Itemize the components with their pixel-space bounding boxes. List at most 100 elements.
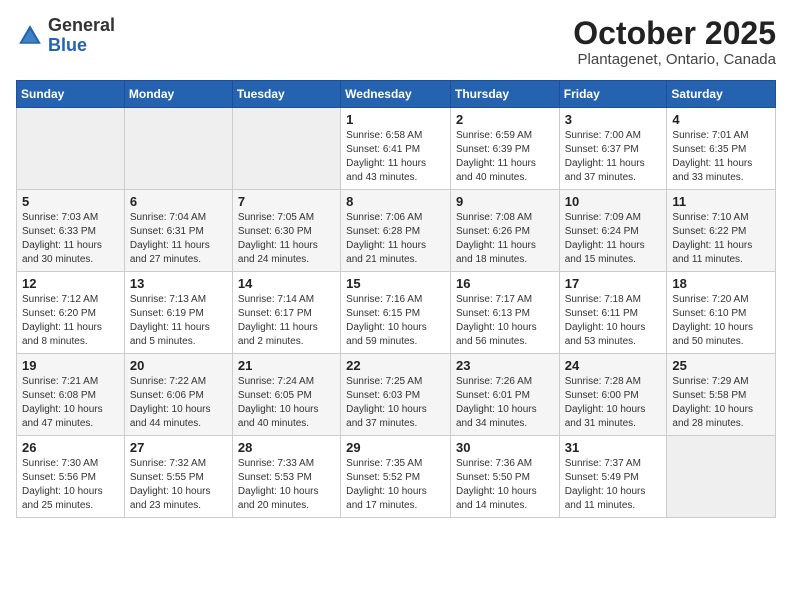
col-monday: Monday	[124, 81, 232, 108]
day-info: Sunrise: 7:28 AM Sunset: 6:00 PM Dayligh…	[565, 375, 662, 431]
day-number: 1	[346, 112, 445, 127]
day-cell: 21 Sunrise: 7:24 AM Sunset: 6:05 PM Dayli…	[232, 354, 340, 436]
day-cell: 24Sunrise: 7:28 AM Sunset: 6:00 PM Dayli…	[559, 354, 667, 436]
logo-general: General	[48, 15, 115, 35]
days-header-row: Sunday Monday Tuesday Wednesday Thursday…	[17, 81, 776, 108]
day-number: 31	[565, 440, 662, 455]
day-info: Sunrise: 7:00 AM Sunset: 6:37 PM Dayligh…	[565, 129, 662, 185]
calendar-subtitle: Plantagenet, Ontario, Canada	[573, 51, 776, 68]
day-number: 14	[238, 276, 335, 291]
day-cell: 18Sunrise: 7:20 AM Sunset: 6:10 PM Dayli…	[667, 272, 776, 354]
page-header: General Blue October 2025 Plantagenet, O…	[16, 16, 776, 68]
week-row-5: 26Sunrise: 7:30 AM Sunset: 5:56 PM Dayli…	[17, 436, 776, 518]
day-cell: 27 Sunrise: 7:32 AM Sunset: 5:55 PM Dayli…	[124, 436, 232, 518]
day-info: Sunrise: 7:26 AM Sunset: 6:01 PM Dayligh…	[456, 375, 554, 431]
day-cell: 8 Sunrise: 7:06 AM Sunset: 6:28 PM Daylig…	[341, 190, 451, 272]
day-info: Sunrise: 7:30 AM Sunset: 5:56 PM Dayligh…	[22, 457, 119, 513]
day-info: Sunrise: 7:09 AM Sunset: 6:24 PM Dayligh…	[565, 211, 662, 267]
day-number: 27	[130, 440, 227, 455]
day-cell: 4 Sunrise: 7:01 AM Sunset: 6:35 PM Daylig…	[667, 108, 776, 190]
day-cell: 28 Sunrise: 7:33 AM Sunset: 5:53 PM Dayli…	[232, 436, 340, 518]
col-sunday: Sunday	[17, 81, 125, 108]
logo-icon	[16, 22, 44, 50]
day-cell: 12 Sunrise: 7:12 AM Sunset: 6:20 PM Dayli…	[17, 272, 125, 354]
day-info: Sunrise: 6:58 AM Sunset: 6:41 PM Dayligh…	[346, 129, 445, 185]
day-cell: 22Sunrise: 7:25 AM Sunset: 6:03 PM Dayli…	[341, 354, 451, 436]
day-info: Sunrise: 7:33 AM Sunset: 5:53 PM Dayligh…	[238, 457, 335, 513]
day-number: 28	[238, 440, 335, 455]
col-wednesday: Wednesday	[341, 81, 451, 108]
day-number: 22	[346, 358, 445, 373]
calendar-table: Sunday Monday Tuesday Wednesday Thursday…	[16, 80, 776, 518]
day-number: 3	[565, 112, 662, 127]
day-number: 15	[346, 276, 445, 291]
day-cell: 6Sunrise: 7:04 AM Sunset: 6:31 PM Daylig…	[124, 190, 232, 272]
day-info: Sunrise: 7:04 AM Sunset: 6:31 PM Dayligh…	[130, 211, 227, 267]
day-cell: 1 Sunrise: 6:58 AM Sunset: 6:41 PM Daylig…	[341, 108, 451, 190]
day-number: 11	[672, 194, 770, 209]
day-info: Sunrise: 7:06 AM Sunset: 6:28 PM Dayligh…	[346, 211, 445, 267]
day-info: Sunrise: 7:21 AM Sunset: 6:08 PM Dayligh…	[22, 375, 119, 431]
day-info: Sunrise: 7:35 AM Sunset: 5:52 PM Dayligh…	[346, 457, 445, 513]
day-info: Sunrise: 7:05 AM Sunset: 6:30 PM Dayligh…	[238, 211, 335, 267]
week-row-4: 19Sunrise: 7:21 AM Sunset: 6:08 PM Dayli…	[17, 354, 776, 436]
day-info: Sunrise: 7:29 AM Sunset: 5:58 PM Dayligh…	[672, 375, 770, 431]
day-cell: 2 Sunrise: 6:59 AM Sunset: 6:39 PM Daylig…	[450, 108, 559, 190]
day-number: 17	[565, 276, 662, 291]
col-friday: Friday	[559, 81, 667, 108]
day-number: 12	[22, 276, 119, 291]
day-info: Sunrise: 7:37 AM Sunset: 5:49 PM Dayligh…	[565, 457, 662, 513]
col-thursday: Thursday	[450, 81, 559, 108]
day-info: Sunrise: 7:22 AM Sunset: 6:06 PM Dayligh…	[130, 375, 227, 431]
day-number: 20	[130, 358, 227, 373]
day-info: Sunrise: 7:16 AM Sunset: 6:15 PM Dayligh…	[346, 293, 445, 349]
day-cell	[124, 108, 232, 190]
day-info: Sunrise: 7:18 AM Sunset: 6:11 PM Dayligh…	[565, 293, 662, 349]
col-tuesday: Tuesday	[232, 81, 340, 108]
calendar-body: 1 Sunrise: 6:58 AM Sunset: 6:41 PM Daylig…	[17, 108, 776, 518]
day-cell: 25 Sunrise: 7:29 AM Sunset: 5:58 PM Dayli…	[667, 354, 776, 436]
day-info: Sunrise: 7:32 AM Sunset: 5:55 PM Dayligh…	[130, 457, 227, 513]
day-info: Sunrise: 7:36 AM Sunset: 5:50 PM Dayligh…	[456, 457, 554, 513]
day-cell	[667, 436, 776, 518]
day-number: 10	[565, 194, 662, 209]
day-number: 23	[456, 358, 554, 373]
day-number: 5	[22, 194, 119, 209]
logo: General Blue	[16, 16, 115, 56]
day-info: Sunrise: 7:17 AM Sunset: 6:13 PM Dayligh…	[456, 293, 554, 349]
day-number: 21	[238, 358, 335, 373]
day-info: Sunrise: 7:13 AM Sunset: 6:19 PM Dayligh…	[130, 293, 227, 349]
day-number: 9	[456, 194, 554, 209]
day-info: Sunrise: 7:03 AM Sunset: 6:33 PM Dayligh…	[22, 211, 119, 267]
day-cell: 9Sunrise: 7:08 AM Sunset: 6:26 PM Daylig…	[450, 190, 559, 272]
day-number: 25	[672, 358, 770, 373]
day-info: Sunrise: 7:14 AM Sunset: 6:17 PM Dayligh…	[238, 293, 335, 349]
calendar-title: October 2025	[573, 16, 776, 51]
day-number: 29	[346, 440, 445, 455]
day-number: 2	[456, 112, 554, 127]
logo-blue: Blue	[48, 35, 87, 55]
day-cell: 16 Sunrise: 7:17 AM Sunset: 6:13 PM Dayli…	[450, 272, 559, 354]
day-cell	[232, 108, 340, 190]
day-info: Sunrise: 6:59 AM Sunset: 6:39 PM Dayligh…	[456, 129, 554, 185]
day-cell: 26Sunrise: 7:30 AM Sunset: 5:56 PM Dayli…	[17, 436, 125, 518]
week-row-1: 1 Sunrise: 6:58 AM Sunset: 6:41 PM Daylig…	[17, 108, 776, 190]
day-number: 13	[130, 276, 227, 291]
day-cell: 31 Sunrise: 7:37 AM Sunset: 5:49 PM Dayli…	[559, 436, 667, 518]
day-number: 8	[346, 194, 445, 209]
day-cell: 11 Sunrise: 7:10 AM Sunset: 6:22 PM Dayli…	[667, 190, 776, 272]
day-cell: 29 Sunrise: 7:35 AM Sunset: 5:52 PM Dayli…	[341, 436, 451, 518]
day-info: Sunrise: 7:24 AM Sunset: 6:05 PM Dayligh…	[238, 375, 335, 431]
day-number: 16	[456, 276, 554, 291]
day-info: Sunrise: 7:01 AM Sunset: 6:35 PM Dayligh…	[672, 129, 770, 185]
day-number: 7	[238, 194, 335, 209]
day-cell: 23 Sunrise: 7:26 AM Sunset: 6:01 PM Dayli…	[450, 354, 559, 436]
day-number: 4	[672, 112, 770, 127]
day-info: Sunrise: 7:10 AM Sunset: 6:22 PM Dayligh…	[672, 211, 770, 267]
day-cell: 5 Sunrise: 7:03 AM Sunset: 6:33 PM Daylig…	[17, 190, 125, 272]
day-cell: 3 Sunrise: 7:00 AM Sunset: 6:37 PM Daylig…	[559, 108, 667, 190]
title-block: October 2025 Plantagenet, Ontario, Canad…	[573, 16, 776, 68]
day-info: Sunrise: 7:12 AM Sunset: 6:20 PM Dayligh…	[22, 293, 119, 349]
day-cell: 30Sunrise: 7:36 AM Sunset: 5:50 PM Dayli…	[450, 436, 559, 518]
day-cell: 20 Sunrise: 7:22 AM Sunset: 6:06 PM Dayli…	[124, 354, 232, 436]
